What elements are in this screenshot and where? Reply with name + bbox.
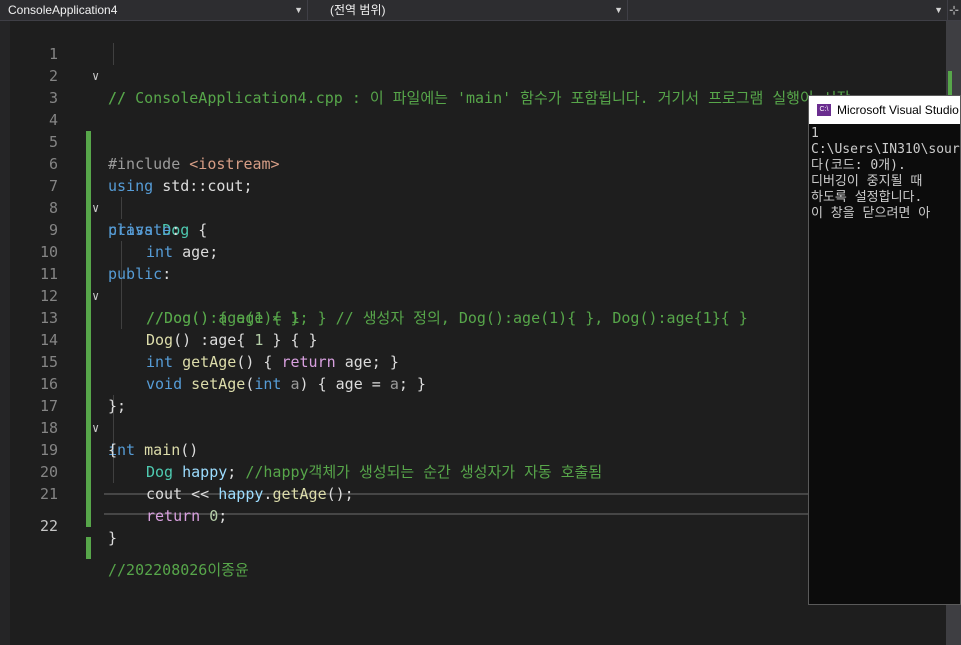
code-line: 7 private:	[0, 153, 946, 239]
code-line: 2 //	[0, 43, 946, 107]
scope-dropdown-value: (전역 범위)	[330, 3, 386, 17]
code-line: 18 Dog happy; //happy객체가 생성되는 순간 생성자가 자동…	[0, 395, 946, 481]
code-line: 6 ∨ class Dog {	[0, 131, 946, 239]
debug-console-window[interactable]: C:\ Microsoft Visual Studio 1 C:\Users\I…	[808, 95, 961, 605]
code-line: 15 };	[0, 329, 946, 415]
console-app-icon: C:\	[817, 104, 831, 116]
console-title-bar[interactable]: C:\ Microsoft Visual Studio	[809, 96, 960, 124]
code-line: 5 using std::cout;	[0, 109, 946, 195]
code-line: 19 cout << happy.getAge();	[0, 417, 946, 503]
project-dropdown[interactable]: ConsoleApplication4 ▼	[0, 0, 308, 20]
chevron-down-icon: ▼	[614, 5, 623, 15]
scope-dropdown[interactable]: (전역 범위) ▼	[308, 0, 628, 20]
console-title: Microsoft Visual Studio	[837, 103, 959, 117]
code-line: 8 int age;	[0, 175, 946, 261]
code-comment: //202208026이종윤	[108, 561, 249, 579]
change-marker	[86, 537, 91, 559]
code-line: 4 #include <iostream>	[0, 87, 946, 173]
navigation-bar: ConsoleApplication4 ▼ (전역 범위) ▼ ▼ ⊹	[0, 0, 961, 21]
scrollbar-change-marker	[948, 71, 952, 95]
code-line: 12 Dog() :age{ 1 } { }	[0, 263, 946, 349]
project-dropdown-value: ConsoleApplication4	[8, 3, 118, 17]
code-line-current: 22 //202208026이종윤	[0, 493, 946, 579]
line-number: 22	[39, 517, 58, 535]
code-line: 16 ∨ int main()	[0, 351, 946, 459]
code-line: 11 //Dog():age(1){ }	[0, 241, 946, 327]
code-editor[interactable]: 1 ∨ // ConsoleApplication4.cpp : 이 파일에는 …	[0, 21, 946, 645]
code-line: 21 }	[0, 461, 946, 547]
code-line: 17 {	[0, 373, 946, 459]
chevron-down-icon: ▼	[934, 5, 943, 15]
code-text: }	[108, 529, 118, 547]
code-line: 20 return 0;	[0, 439, 946, 525]
split-editor-icon[interactable]: ⊹	[949, 2, 961, 18]
code-line: 13 int getAge() { return age; }	[0, 285, 946, 371]
console-output: 1 C:\Users\IN310\sour 다(코드: 0개). 디버깅이 중지…	[811, 126, 960, 221]
code-line: 14 void setAge(int a) { age = a; }	[0, 307, 946, 393]
member-dropdown[interactable]: ▼	[628, 0, 948, 20]
code-line: 3	[0, 65, 946, 107]
chevron-down-icon: ▼	[294, 5, 303, 15]
code-line: 1 ∨ // ConsoleApplication4.cpp : 이 파일에는 …	[0, 21, 946, 107]
code-line: 9 public:	[0, 197, 946, 283]
code-line: 10 ∨ //Dog() { age = 1; } // 생성자 정의, Dog…	[0, 219, 946, 327]
